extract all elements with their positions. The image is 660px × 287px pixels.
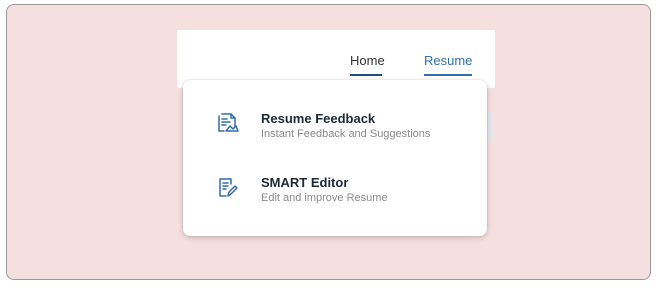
menu-item-smart-editor[interactable]: SMART Editor Edit and improve Resume [183,172,487,220]
menu-item-title: Resume Feedback [261,111,376,126]
resume-dropdown-menu: Resume Feedback Instant Feedback and Sug… [183,80,487,236]
menu-item-resume-feedback[interactable]: Resume Feedback Instant Feedback and Sug… [183,108,487,156]
nav-resume-link[interactable]: Resume [424,53,472,68]
menu-item-subtitle: Edit and improve Resume [261,192,388,204]
menu-item-title: SMART Editor [261,175,349,190]
resume-feedback-icon [214,110,240,136]
nav-home-link[interactable]: Home [350,53,385,68]
nav-home-underline [350,74,382,76]
nav-resume-underline [424,74,472,76]
menu-item-subtitle: Instant Feedback and Suggestions [261,128,431,140]
document-edit-icon [214,174,240,200]
